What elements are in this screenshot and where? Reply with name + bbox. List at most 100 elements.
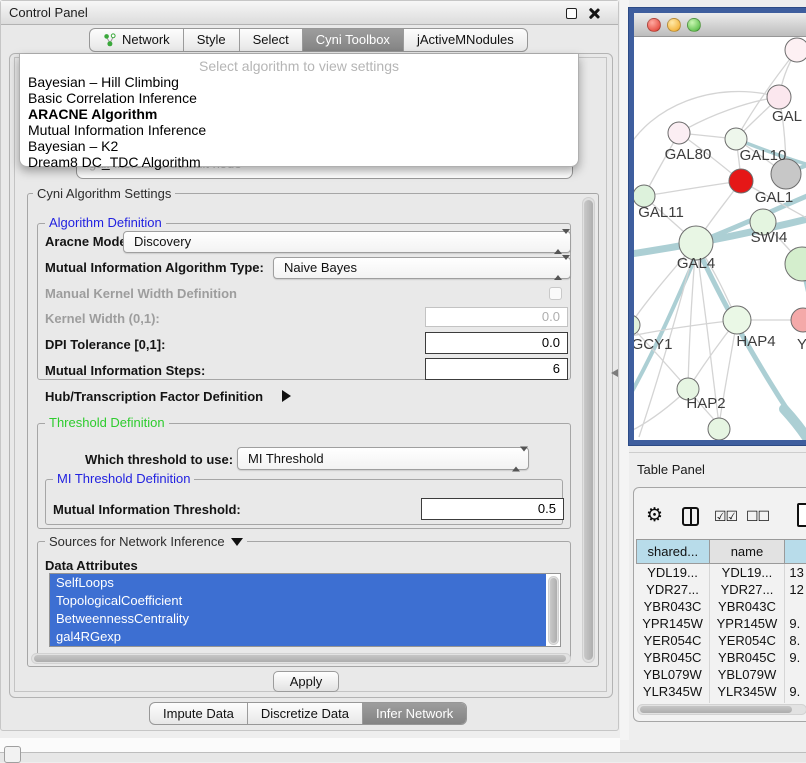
columns-icon[interactable]	[682, 507, 699, 526]
tab-impute-data[interactable]: Impute Data	[150, 703, 247, 724]
cell[interactable]: YLR345W	[637, 683, 710, 700]
kernel-width-field[interactable]: 0.0	[425, 307, 568, 327]
node[interactable]	[791, 308, 806, 332]
tab-style[interactable]: Style	[183, 29, 239, 51]
cell[interactable]: YDR27...	[637, 581, 710, 598]
settings-scrollbar-thumb[interactable]	[584, 200, 593, 660]
cell[interactable]: YER054C	[709, 632, 785, 649]
cell[interactable]: YBR045C	[637, 649, 710, 666]
zoom-traffic-light[interactable]	[687, 18, 701, 32]
minimize-traffic-light[interactable]	[667, 18, 681, 32]
column-header-name[interactable]: name	[709, 540, 785, 564]
aracne-mode-select[interactable]: Discovery	[123, 231, 571, 253]
tab-infer-network[interactable]: Infer Network	[362, 703, 466, 724]
cell[interactable]: YDL19...	[637, 564, 710, 581]
node-hap4[interactable]	[723, 306, 751, 334]
node[interactable]	[708, 418, 730, 440]
control-panel-titlebar[interactable]: Control Panel	[1, 1, 618, 25]
cell[interactable]: YDR27...	[709, 581, 785, 598]
node-gal1[interactable]	[729, 169, 753, 193]
cell[interactable]	[785, 666, 806, 683]
node[interactable]	[785, 38, 806, 62]
export-table-icon[interactable]	[797, 503, 806, 527]
table-row[interactable]: YBR043CYBR043C	[637, 598, 806, 615]
splitter-collapse-icon[interactable]	[611, 369, 618, 377]
cell[interactable]: 9.	[785, 649, 806, 666]
node-gal80[interactable]	[668, 122, 690, 144]
cell[interactable]: YER054C	[637, 632, 710, 649]
node[interactable]	[767, 85, 791, 109]
table-row[interactable]: YIL052CYIL052C9	[637, 700, 806, 704]
expander-right-icon[interactable]	[282, 390, 291, 402]
tab-discretize-data[interactable]: Discretize Data	[247, 703, 362, 724]
attribute-item-selected[interactable]: TopologicalCoefficient	[50, 592, 546, 610]
cell[interactable]: YIL052C	[709, 700, 785, 704]
table-hscrollbar[interactable]	[637, 704, 806, 715]
attribute-list-scrollbar[interactable]	[548, 576, 559, 645]
cell[interactable]: 9	[785, 700, 806, 704]
cell[interactable]: YBR043C	[637, 598, 710, 615]
dropdown-item[interactable]: Mutual Information Inference	[20, 122, 578, 138]
cell[interactable]	[785, 598, 806, 615]
network-canvas[interactable]: GAL GAL80 GAL10 GAL1 GAL11 SWI4 GAL4 GCY…	[634, 37, 806, 440]
gear-icon[interactable]: ⚙	[646, 504, 663, 526]
table-row[interactable]: YDR27...YDR27...12	[637, 581, 806, 598]
cell[interactable]: YBR043C	[709, 598, 785, 615]
network-window-titlebar[interactable]	[634, 13, 806, 37]
data-attributes-list[interactable]: SelfLoops TopologicalCoefficient Between…	[49, 573, 561, 647]
dropdown-item[interactable]: Basic Correlation Inference	[20, 90, 578, 106]
settings-hscrollbar-thumb[interactable]	[34, 655, 566, 662]
dropdown-item[interactable]: Bayesian – K2	[20, 138, 578, 154]
cell[interactable]: YBL079W	[637, 666, 710, 683]
cell[interactable]: 12	[785, 581, 806, 598]
cell[interactable]: 8.	[785, 632, 806, 649]
column-header-shared-name[interactable]: shared...	[637, 540, 710, 564]
cell[interactable]: YDL19...	[709, 564, 785, 581]
cell[interactable]: 9.	[785, 615, 806, 632]
deselect-all-icon[interactable]: ☐☐	[746, 509, 769, 525]
corner-toggle-button[interactable]	[4, 746, 21, 763]
cell[interactable]: YBL079W	[709, 666, 785, 683]
tab-network[interactable]: Network	[90, 29, 183, 51]
hub-definition-label[interactable]: Hub/Transcription Factor Definition	[45, 389, 263, 404]
table-row[interactable]: YPR145WYPR145W9.	[637, 615, 806, 632]
table-row[interactable]: YLR345WYLR345W9.	[637, 683, 806, 700]
tab-jactivemnodules[interactable]: jActiveMNodules	[403, 29, 527, 51]
cell[interactable]: YBR045C	[709, 649, 785, 666]
manual-kernel-checkbox[interactable]	[549, 287, 562, 300]
attribute-item-selected[interactable]: gal4RGexp	[50, 628, 546, 646]
sources-legend[interactable]: Sources for Network Inference	[45, 535, 247, 549]
cell[interactable]: YIL052C	[637, 700, 710, 704]
mi-steps-field[interactable]: 6	[425, 358, 568, 380]
table-row[interactable]: YDL19...YDL19...13	[637, 564, 806, 581]
close-traffic-light[interactable]	[647, 18, 661, 32]
table-hscrollbar-thumb[interactable]	[640, 706, 792, 713]
select-all-icon[interactable]: ☑☑	[714, 509, 737, 525]
float-window-icon[interactable]	[566, 8, 577, 19]
attribute-item-selected[interactable]: SelfLoops	[50, 574, 546, 592]
cell[interactable]: YPR145W	[637, 615, 710, 632]
table-row[interactable]: YER054CYER054C8.	[637, 632, 806, 649]
dropdown-item-selected[interactable]: ARACNE Algorithm	[20, 106, 578, 122]
tab-select[interactable]: Select	[239, 29, 302, 51]
attribute-list-scrollbar-thumb[interactable]	[550, 578, 557, 643]
cell[interactable]: 9.	[785, 683, 806, 700]
apply-button[interactable]: Apply	[273, 671, 339, 692]
settings-hscrollbar[interactable]	[31, 653, 571, 664]
cell[interactable]: YLR345W	[709, 683, 785, 700]
dropdown-item[interactable]: Dream8 DC_TDC Algorithm	[20, 154, 578, 170]
settings-scrollbar[interactable]	[582, 197, 595, 663]
column-header-partial[interactable]	[785, 540, 806, 564]
collapse-down-icon[interactable]	[231, 538, 243, 546]
mi-threshold-field[interactable]: 0.5	[421, 498, 564, 520]
cell[interactable]: YPR145W	[709, 615, 785, 632]
attribute-item-selected[interactable]: BetweennessCentrality	[50, 610, 546, 628]
which-threshold-select[interactable]: MI Threshold	[237, 447, 529, 470]
close-icon[interactable]	[587, 7, 600, 20]
dropdown-item[interactable]: Bayesian – Hill Climbing	[20, 74, 578, 90]
node-gcy1[interactable]	[634, 315, 640, 335]
table-row[interactable]: YBL079WYBL079W	[637, 666, 806, 683]
mi-type-select[interactable]: Naive Bayes	[273, 257, 571, 279]
dpi-tolerance-field[interactable]: 0.0	[425, 332, 568, 354]
cell[interactable]: 13	[785, 564, 806, 581]
